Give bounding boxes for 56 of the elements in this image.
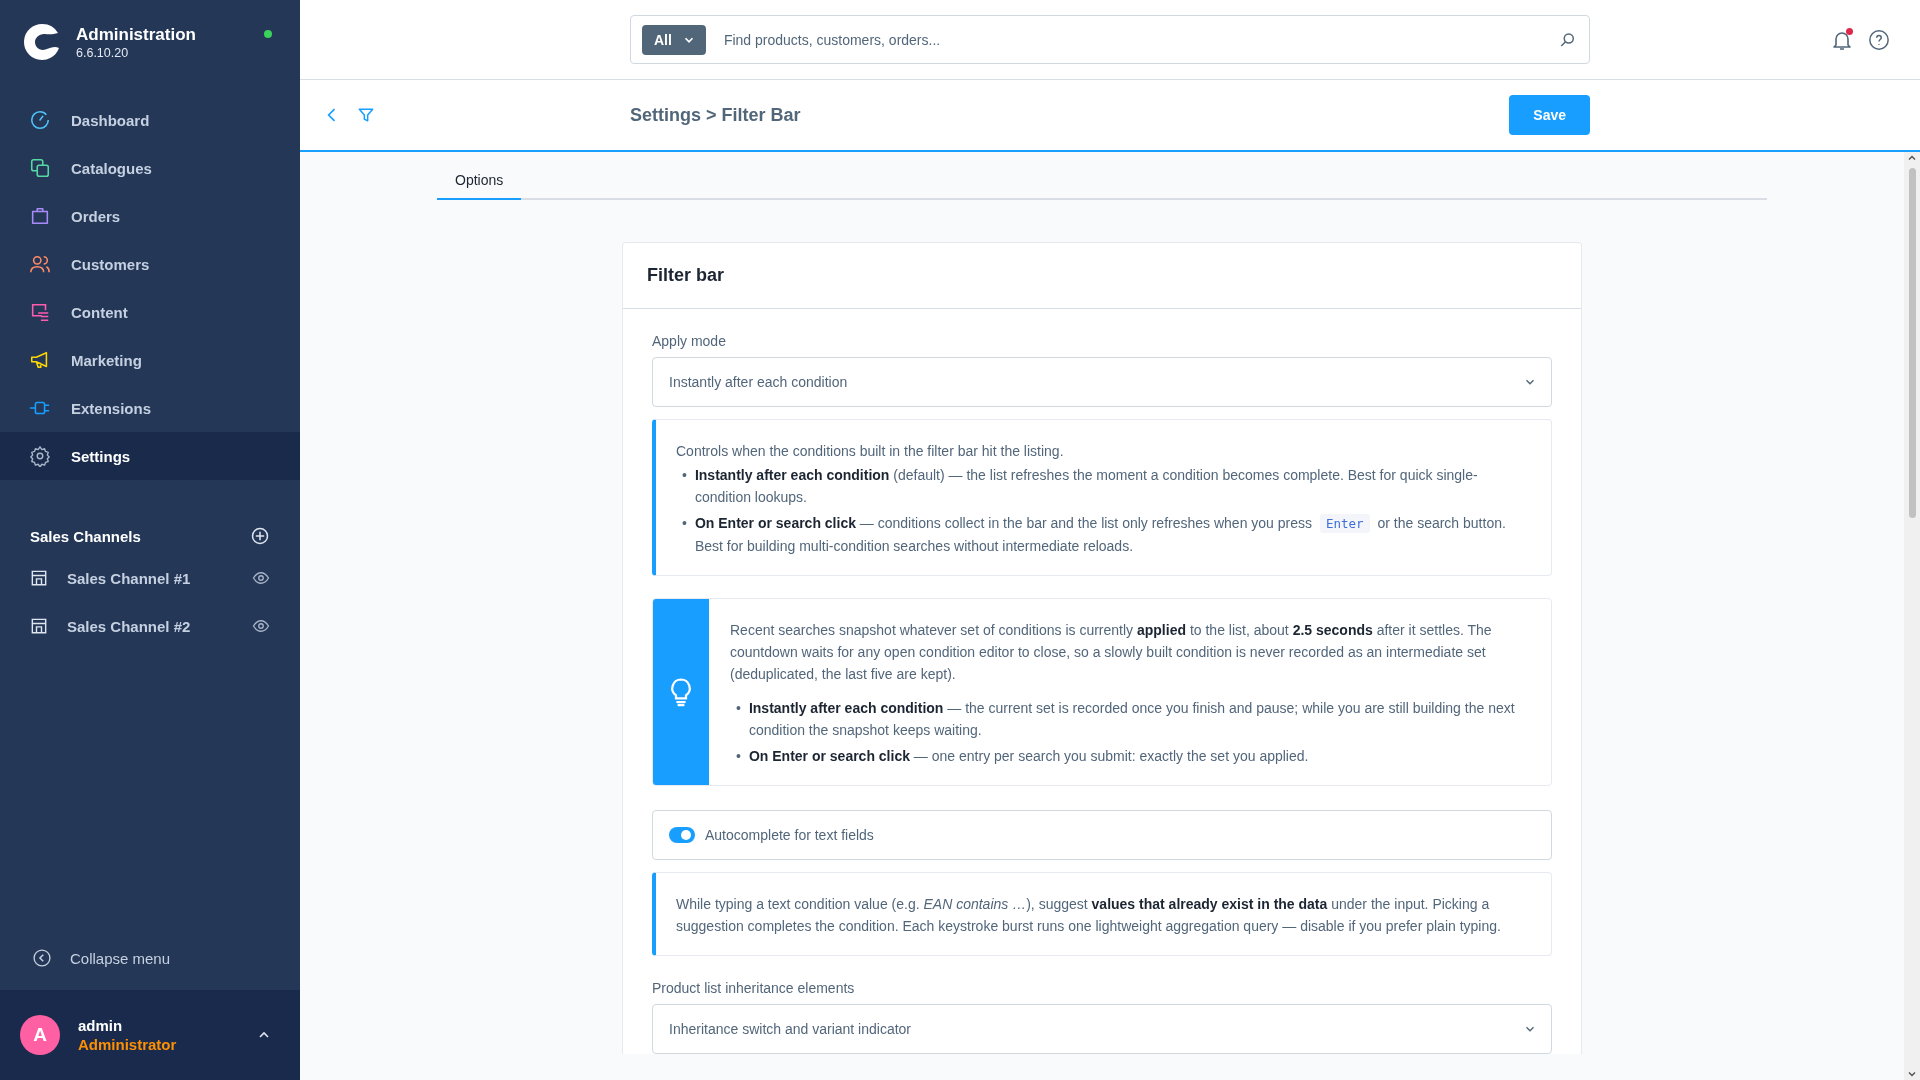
nav-item[interactable]: Catalogues: [0, 144, 300, 192]
squares-icon: [29, 157, 51, 179]
version-label: 6.6.10.20: [76, 45, 130, 60]
card-title: Filter bar: [623, 243, 1581, 309]
scope-dropdown[interactable]: All: [642, 24, 706, 55]
bullet-text: Instantly after each condition — the current set is recorded once you finish and pause; while you are still building the next condition the snapshot keeps waiting.: [748, 699, 1516, 740]
logo: [22, 22, 62, 62]
user-role: Administrator: [78, 1036, 178, 1053]
info-text: Controls when the conditions built in the filter bar hit the listing.: [676, 442, 1065, 461]
sales-channel-item[interactable]: Sales Channel #2: [0, 602, 300, 650]
bullet-text: On Enter or search click — conditions collect in the bar and the list only refreshes when you press Enter or the search button. Best for building multi-condition searches without intermediate reloads.: [694, 513, 1507, 556]
list-icon: [29, 301, 51, 323]
sales-channel-item[interactable]: Sales Channel #1: [0, 554, 300, 602]
tab[interactable]: Options: [437, 164, 522, 200]
store-icon: [29, 568, 49, 588]
field-label: Apply mode: [652, 333, 727, 349]
settings-icon: [29, 445, 51, 467]
eye-icon[interactable]: [252, 569, 270, 587]
search-field[interactable]: All Find products, customers, orders...: [630, 15, 1590, 64]
bullet-text: On Enter or search click — one entry per search you submit: exactly the set you applied.: [748, 747, 1309, 766]
toggle-switch[interactable]: [669, 827, 695, 843]
user-name: admin: [78, 1017, 124, 1034]
app-title: Administration: [76, 24, 197, 45]
bullet-marker: •: [682, 466, 687, 485]
gauge-icon: [29, 109, 51, 131]
eye-icon[interactable]: [252, 617, 270, 635]
page-title: Settings > Filter Bar: [630, 104, 802, 126]
tip-text: Recent searches snapshot whatever set of conditions is currently applied to the list, about 2.5 seconds after it settles. The countdown waits for any open condition editor to close, so a slowly built condition is never recorded as an intermediate set (deduplicated, the last five are kept).: [730, 621, 1493, 684]
bullet-marker: •: [736, 699, 741, 718]
select-field[interactable]: Inheritance switch and variant indicator: [652, 1004, 1552, 1054]
nav-item[interactable]: Dashboard: [0, 96, 300, 144]
select-field[interactable]: Instantly after each condition: [652, 357, 1552, 407]
nav-item[interactable]: Orders: [0, 192, 300, 240]
nav-item[interactable]: Extensions: [0, 384, 300, 432]
nav-item[interactable]: Settings: [0, 432, 300, 480]
search-icon[interactable]: [1559, 30, 1577, 49]
collapse-menu-button[interactable]: Collapse menu: [0, 928, 300, 988]
nav-item[interactable]: Marketing: [0, 336, 300, 384]
nav-item[interactable]: Content: [0, 288, 300, 336]
info-text: While typing a text condition value (e.g. EAN contains …), suggest values that already exist in the data under the input. Picking a suggestion completes the condition. Each keystroke burst runs one lightweight aggregation query — disable if you prefer plain typing.: [676, 895, 1502, 936]
bullet-text: Instantly after each condition (default) — the list refreshes the moment a condition becomes complete. Best for quick single-condition lookups.: [694, 466, 1479, 507]
toggle-label: Autocomplete for text fields: [705, 827, 874, 843]
filter-icon[interactable]: [356, 105, 376, 125]
help-icon[interactable]: [1868, 28, 1890, 51]
store-icon: [29, 616, 49, 636]
people-icon: [29, 253, 51, 275]
scrollbar-thumb[interactable]: [1908, 168, 1916, 518]
field-label: Product list inheritance elements: [652, 980, 856, 996]
chevron-left-icon: [32, 948, 52, 968]
bullet-marker: •: [736, 747, 741, 766]
nav-item[interactable]: Customers: [0, 240, 300, 288]
bag-icon: [29, 205, 51, 227]
avatar: A: [20, 1015, 60, 1055]
section-title: Sales Channels: [30, 527, 141, 545]
add-icon[interactable]: [250, 526, 270, 546]
bullet-marker: •: [682, 514, 687, 533]
